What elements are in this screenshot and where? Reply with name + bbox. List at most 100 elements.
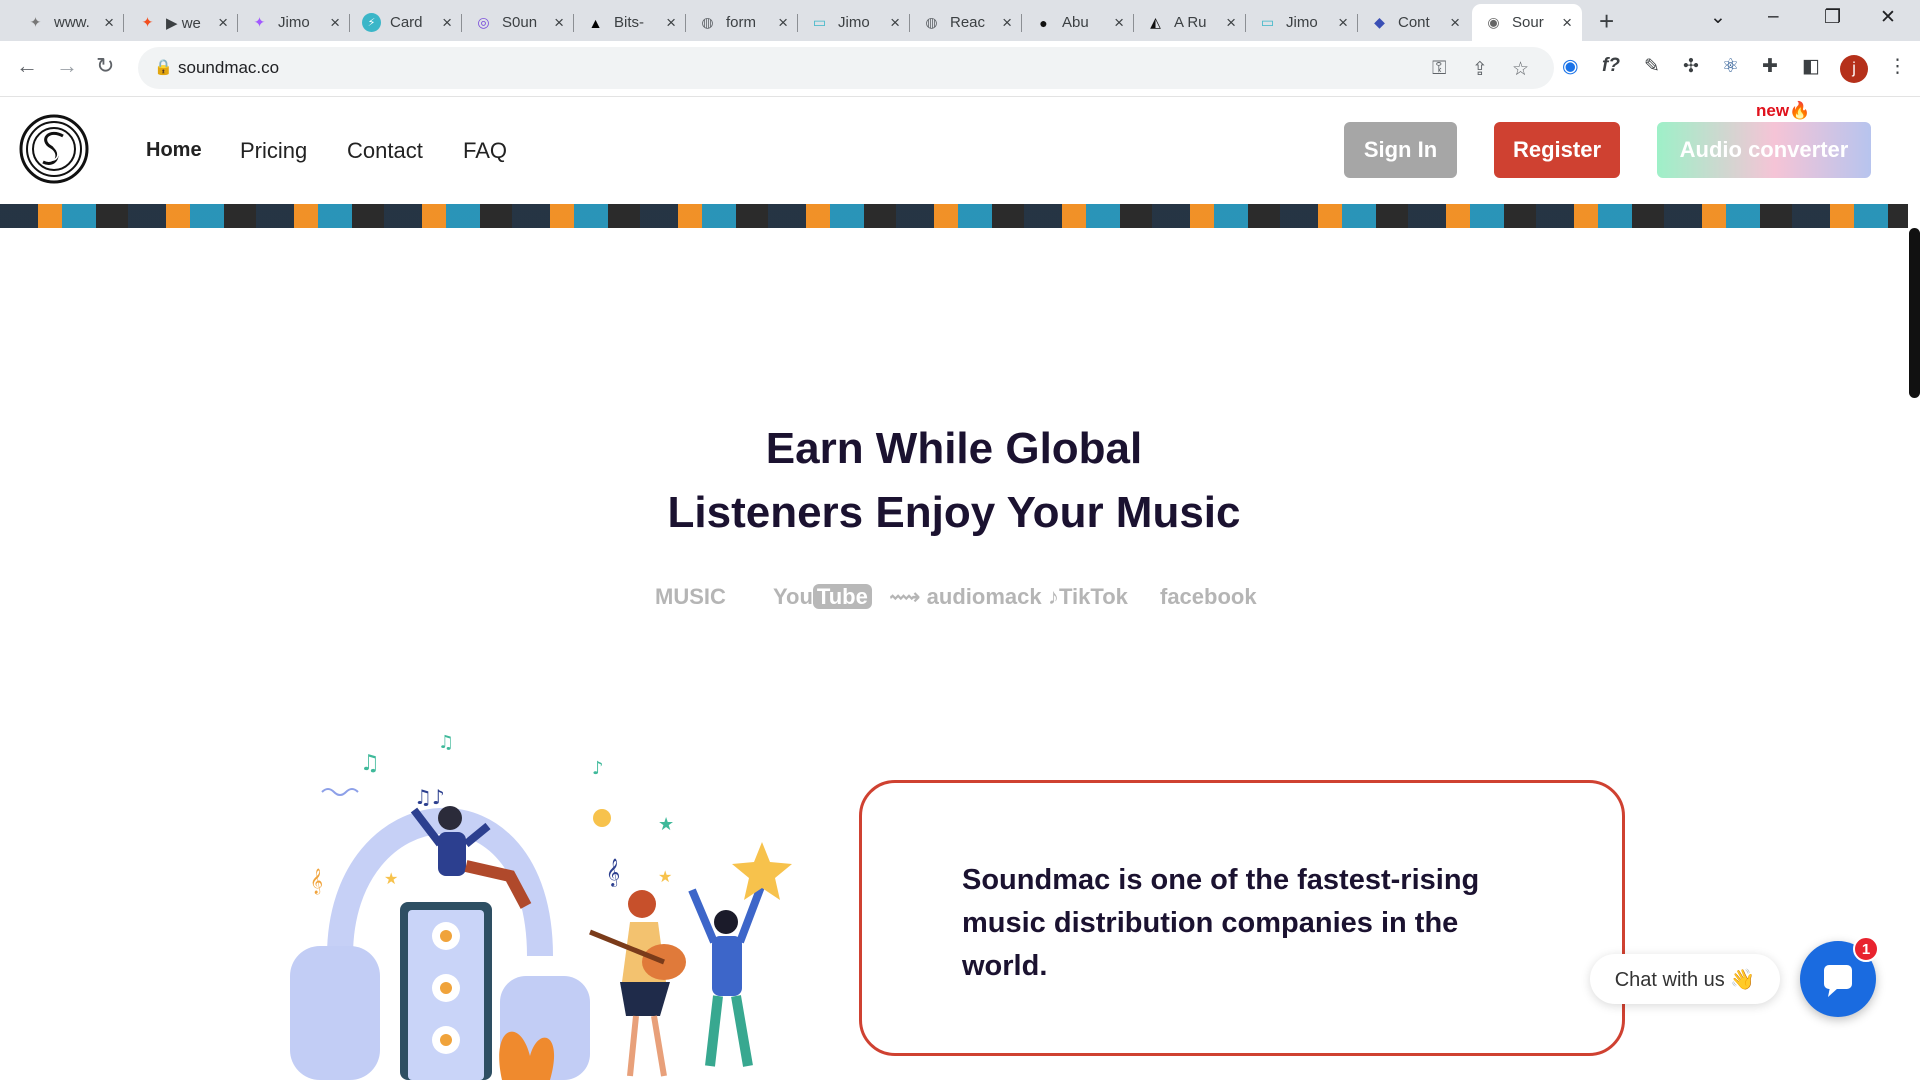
extension-circle-icon[interactable]: ◉ [1562, 55, 1579, 78]
triangle-icon: ▲ [588, 14, 603, 31]
info-card: Soundmac is one of the fastest-rising mu… [859, 780, 1625, 1056]
site-header: Home Pricing Contact FAQ Sign In Registe… [0, 98, 1908, 204]
svg-text:♫♪: ♫♪ [414, 785, 445, 809]
svg-text:𝄞: 𝄞 [310, 868, 323, 894]
figma-icon: ✦ [253, 14, 266, 30]
extension-fx-icon[interactable]: f? [1602, 55, 1620, 77]
hero-banner-strip [0, 204, 1908, 228]
browser-tab[interactable]: ◍ Reac × [910, 4, 1022, 41]
close-icon[interactable]: × [1002, 13, 1012, 33]
puzzle-icon[interactable]: ✚ [1762, 55, 1778, 78]
profile-avatar[interactable]: j [1840, 55, 1868, 83]
bookmark-star-icon[interactable]: ☆ [1512, 58, 1529, 81]
close-icon[interactable]: × [1226, 13, 1236, 33]
tiktok-logo: ♪TikTok [1048, 584, 1128, 609]
close-icon[interactable]: × [666, 13, 676, 33]
app-icon: ◆ [1374, 14, 1385, 30]
window-icon: ▭ [1260, 14, 1275, 30]
lightning-icon: ⚡ [362, 13, 381, 32]
close-icon[interactable]: × [104, 13, 114, 33]
close-icon[interactable]: × [218, 13, 228, 33]
browser-tab-strip: ✦ www. × ✦ ▶ we × ✦ Jimo × ⚡ Card × ◎ S0… [0, 0, 1920, 41]
spiral-icon: ◎ [477, 14, 490, 30]
minimize-icon[interactable]: – [1768, 6, 1779, 28]
svg-text:𝄞: 𝄞 [606, 858, 620, 887]
tiktok-note-icon: ♪ [1048, 584, 1059, 609]
browser-tab[interactable]: ✦ www. × [14, 4, 124, 41]
nav-home[interactable]: Home [146, 139, 202, 162]
chat-with-us-label[interactable]: Chat with us 👋 [1590, 954, 1780, 1004]
figma-icon: ✦ [141, 14, 154, 30]
browser-tab-active[interactable]: ◉ Sour × [1472, 4, 1582, 41]
share-icon[interactable]: ⇪ [1472, 58, 1488, 81]
circle-triangle-icon: ◭ [1150, 14, 1161, 30]
url-text[interactable]: soundmac.co [178, 58, 279, 78]
svg-text:★: ★ [384, 869, 398, 888]
nav-contact[interactable]: Contact [347, 138, 423, 164]
chat-unread-badge: 1 [1853, 936, 1879, 962]
hero-title-line1: Earn While Global [765, 424, 1143, 473]
browser-toolbar: ← → ↻ 🔒 soundmac.co ⚿ ⇪ ☆ ◉ f? ✎ ✣ ⚛ ✚ ◧… [0, 41, 1920, 97]
browser-tab[interactable]: ▭ Jimo × [798, 4, 910, 41]
forward-icon[interactable]: → [56, 53, 78, 79]
close-icon[interactable]: × [1562, 13, 1572, 33]
restore-icon[interactable]: ❐ [1824, 6, 1841, 29]
tab-search-icon[interactable]: ⌄ [1710, 6, 1726, 29]
browser-tab[interactable]: ⚡ Card × [350, 4, 462, 41]
globe-icon: ◍ [925, 14, 938, 30]
close-icon[interactable]: × [1450, 13, 1460, 33]
browser-tab[interactable]: ◆ Cont × [1358, 4, 1470, 41]
facebook-logo: facebook [1160, 584, 1257, 609]
reload-icon[interactable]: ↻ [96, 53, 114, 79]
browser-tab[interactable]: ● Abu × [1022, 4, 1134, 41]
globe-icon: ◍ [701, 14, 714, 30]
new-tab-icon[interactable]: + [1599, 6, 1614, 37]
lock-icon: 🔒 [154, 59, 173, 76]
window-close-icon[interactable]: ✕ [1880, 6, 1896, 29]
music-illustration: ♫ ♫ ♫♪ ♪ 𝄞 𝄞 ★ ★ ★ [290, 732, 792, 1080]
platform-logos: MUSIC You Tube ⟿ audiomack ♪TikTok facebo… [655, 584, 1257, 614]
browser-tab[interactable]: ◭ A Ru × [1134, 4, 1246, 41]
new-badge: new🔥 [1756, 101, 1811, 120]
browser-tab[interactable]: ◎ S0un × [462, 4, 574, 41]
eyedropper-icon[interactable]: ✎ [1644, 55, 1660, 78]
svg-text:★: ★ [658, 867, 672, 886]
close-icon[interactable]: × [554, 13, 564, 33]
svg-text:♫: ♫ [438, 732, 454, 753]
hero-title-line2: Listeners Enjoy Your Music [667, 488, 1241, 537]
sign-in-button[interactable]: Sign In [1344, 122, 1457, 178]
move-icon[interactable]: ✣ [1683, 55, 1699, 78]
svg-text:♪: ♪ [592, 758, 604, 779]
card-text: Soundmac is one of the fastest-rising mu… [962, 864, 1480, 982]
close-icon[interactable]: × [330, 13, 340, 33]
register-button[interactable]: Register [1494, 122, 1620, 178]
browser-tab[interactable]: ◍ form × [686, 4, 798, 41]
figma-gray-icon: ✦ [29, 14, 42, 30]
browser-tab[interactable]: ▭ Jimo × [1246, 4, 1358, 41]
youtube-logo: You Tube [773, 584, 872, 610]
nav-faq[interactable]: FAQ [463, 138, 507, 164]
browser-tab[interactable]: ✦ Jimo × [238, 4, 350, 41]
key-icon[interactable]: ⚿ [1432, 58, 1446, 80]
close-icon[interactable]: × [778, 13, 788, 33]
close-icon[interactable]: × [1338, 13, 1348, 33]
browser-tab[interactable]: ✦ ▶ we × [126, 4, 238, 41]
close-icon[interactable]: × [1114, 13, 1124, 33]
react-devtools-icon[interactable]: ⚛ [1722, 55, 1739, 78]
page-scrollbar-thumb[interactable] [1909, 228, 1920, 398]
svg-text:♫: ♫ [360, 751, 380, 776]
soundmac-logo[interactable] [19, 114, 89, 184]
menu-dots-icon[interactable]: ⋮ [1888, 55, 1907, 78]
window-icon: ▭ [812, 14, 827, 30]
close-icon[interactable]: × [890, 13, 900, 33]
browser-tab[interactable]: ▲ Bits- × [574, 4, 686, 41]
nav-pricing[interactable]: Pricing [240, 138, 307, 164]
apple-music-logo: MUSIC [655, 584, 726, 609]
close-icon[interactable]: × [442, 13, 452, 33]
github-icon: ● [1039, 14, 1048, 31]
fire-icon: 🔥 [1789, 101, 1811, 120]
back-icon[interactable]: ← [16, 53, 38, 79]
sidepanel-icon[interactable]: ◧ [1802, 55, 1820, 78]
audio-converter-button[interactable]: Audio converter [1657, 122, 1871, 178]
address-bar[interactable]: 🔒 soundmac.co ⚿ ⇪ ☆ [138, 47, 1554, 89]
